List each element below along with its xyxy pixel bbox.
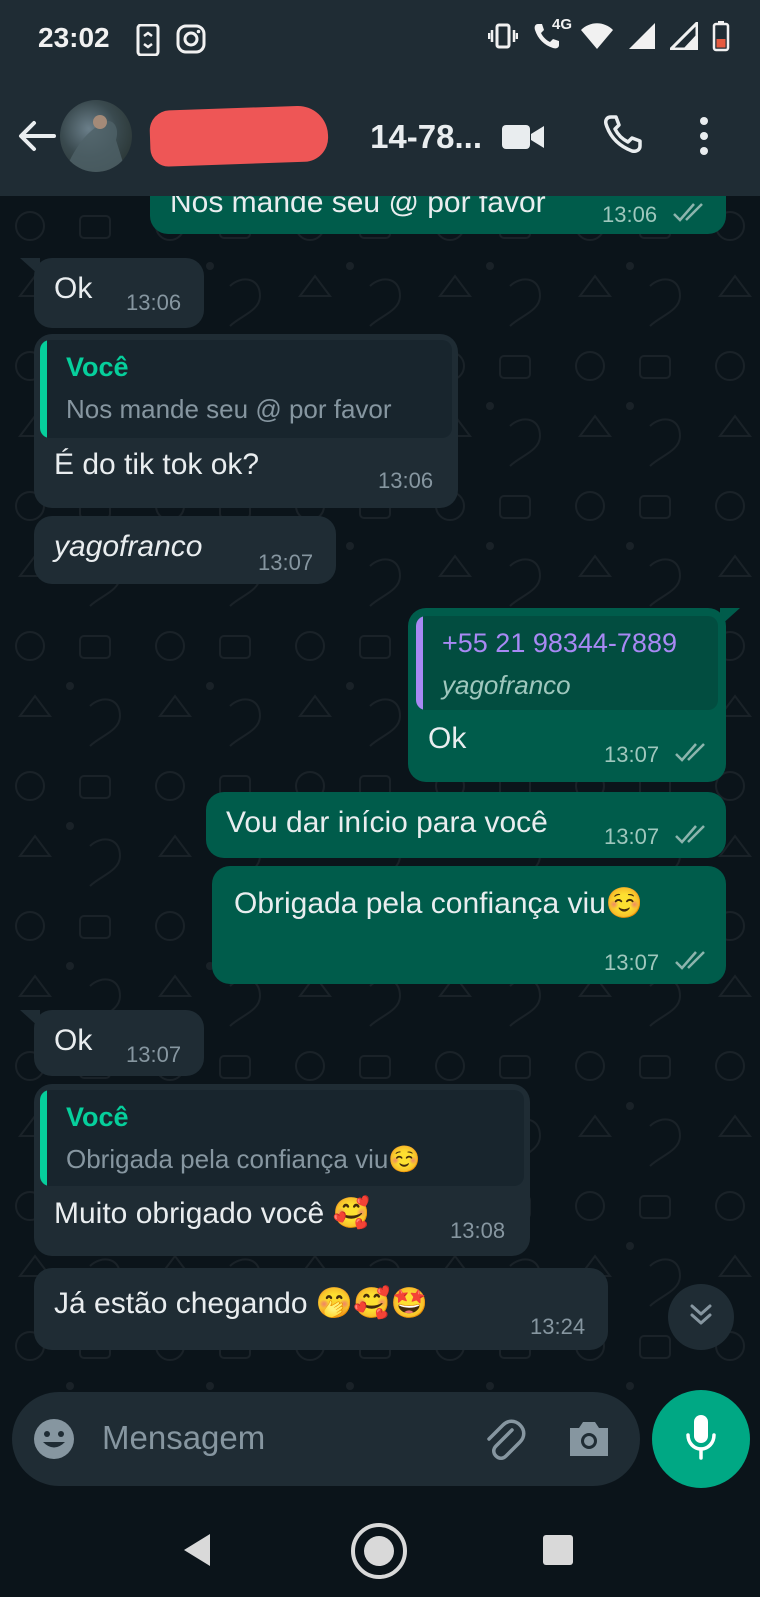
nav-recents-icon[interactable] bbox=[542, 1534, 574, 1571]
message-time: 13:07 bbox=[258, 550, 314, 575]
nav-home-icon[interactable] bbox=[350, 1522, 408, 1585]
message-bubble-incoming[interactable]: Ok 13:07 bbox=[34, 1010, 204, 1076]
status-time: 23:02 bbox=[38, 22, 110, 53]
redaction-mark bbox=[149, 104, 329, 168]
camera-icon[interactable] bbox=[566, 1418, 612, 1465]
quoted-message[interactable]: Você Obrigada pela confiança viu☺️ bbox=[40, 1090, 524, 1186]
quote-bar bbox=[416, 616, 423, 710]
message-time: 13:07 bbox=[604, 742, 660, 767]
system-nav-bar bbox=[0, 1500, 760, 1597]
wifi-icon bbox=[580, 22, 614, 55]
message-time: 13:24 bbox=[530, 1314, 586, 1339]
voice-call-icon[interactable] bbox=[602, 114, 646, 163]
more-options-icon[interactable] bbox=[696, 114, 712, 163]
message-text: Vou dar início para você bbox=[226, 806, 548, 839]
message-bubble-outgoing[interactable]: Nos mande seu @ por favor 13:06 bbox=[150, 196, 726, 234]
message-bubble-outgoing[interactable]: Obrigada pela confiança viu☺️ 13:07 bbox=[212, 866, 726, 984]
message-time: 13:08 bbox=[450, 1218, 506, 1243]
read-ticks-icon bbox=[674, 824, 710, 851]
message-time: 13:06 bbox=[126, 290, 182, 315]
chat-header: 14-78... bbox=[0, 80, 760, 196]
battery-icon bbox=[712, 20, 730, 57]
phone-sync-icon bbox=[136, 23, 160, 61]
message-bubble-outgoing[interactable]: +55 21 98344-7889 yagofranco Ok 13:07 bbox=[408, 608, 726, 782]
read-ticks-icon bbox=[674, 950, 710, 977]
message-time: 13:06 bbox=[378, 468, 434, 493]
quote-text: Nos mande seu @ por favor bbox=[66, 394, 392, 424]
message-bubble-incoming[interactable]: Ok 13:06 bbox=[34, 258, 204, 328]
signal-icon bbox=[628, 22, 656, 55]
quote-text: Obrigada pela confiança viu☺️ bbox=[66, 1144, 421, 1174]
message-text: Muito obrigado você 🥰 bbox=[54, 1197, 370, 1230]
attach-icon[interactable] bbox=[480, 1416, 528, 1469]
message-time: 13:06 bbox=[602, 202, 658, 227]
message-text: Ok bbox=[54, 1024, 93, 1057]
message-bubble-incoming[interactable]: Você Obrigada pela confiança viu☺️ Muito… bbox=[34, 1084, 530, 1256]
quote-bar bbox=[40, 1090, 47, 1186]
read-ticks-icon bbox=[674, 742, 710, 769]
volte-call-icon: 4G bbox=[532, 16, 572, 57]
message-input[interactable]: Mensagem bbox=[102, 1419, 265, 1457]
message-text: Nos mande seu @ por favor bbox=[170, 196, 546, 219]
quote-text: yagofranco bbox=[442, 670, 571, 700]
nav-back-icon[interactable] bbox=[180, 1532, 216, 1573]
quote-bar bbox=[40, 340, 47, 438]
message-composer[interactable]: Mensagem bbox=[12, 1392, 640, 1486]
microphone-icon bbox=[683, 1413, 719, 1466]
message-text: Já estão chegando 🤭🥰🤩 bbox=[54, 1287, 428, 1320]
voice-record-button[interactable] bbox=[652, 1390, 750, 1488]
double-chevron-down-icon bbox=[686, 1300, 716, 1335]
network-label: 4G bbox=[552, 16, 573, 33]
back-arrow-icon[interactable] bbox=[14, 113, 60, 159]
message-bubble-incoming[interactable]: Você Nos mande seu @ por favor É do tik … bbox=[34, 334, 458, 508]
quote-author: +55 21 98344-7889 bbox=[442, 628, 677, 658]
quote-author: Você bbox=[66, 1102, 129, 1132]
message-text: Ok bbox=[428, 722, 467, 755]
message-text: yagofranco bbox=[54, 530, 203, 563]
emoji-icon[interactable] bbox=[32, 1417, 76, 1466]
message-bubble-incoming[interactable]: yagofranco 13:07 bbox=[34, 516, 336, 584]
contact-avatar[interactable] bbox=[60, 100, 132, 172]
message-text: É do tik tok ok? bbox=[54, 448, 260, 481]
message-time: 13:07 bbox=[604, 950, 660, 975]
quoted-message[interactable]: +55 21 98344-7889 yagofranco bbox=[416, 616, 718, 710]
instagram-icon bbox=[176, 24, 206, 59]
chat-area[interactable]: Nos mande seu @ por favor 13:06 Ok 13:06… bbox=[0, 196, 760, 1393]
quote-author: Você bbox=[66, 352, 129, 382]
quoted-message[interactable]: Você Nos mande seu @ por favor bbox=[40, 340, 452, 438]
read-ticks-icon bbox=[672, 202, 708, 229]
message-text: Obrigada pela confiança viu☺️ bbox=[234, 887, 644, 920]
message-bubble-outgoing[interactable]: Vou dar início para você 13:07 bbox=[206, 792, 726, 858]
signal-2-icon bbox=[667, 19, 699, 55]
message-text: Ok bbox=[54, 272, 93, 305]
message-bubble-incoming[interactable]: Já estão chegando 🤭🥰🤩 13:24 bbox=[34, 1268, 608, 1350]
vibrate-icon bbox=[487, 22, 519, 55]
status-bar: 23:02 4G bbox=[0, 0, 760, 80]
scroll-to-bottom-button[interactable] bbox=[668, 1284, 734, 1350]
message-time: 13:07 bbox=[126, 1042, 182, 1067]
video-call-icon[interactable] bbox=[500, 114, 546, 165]
message-time: 13:07 bbox=[604, 824, 660, 849]
